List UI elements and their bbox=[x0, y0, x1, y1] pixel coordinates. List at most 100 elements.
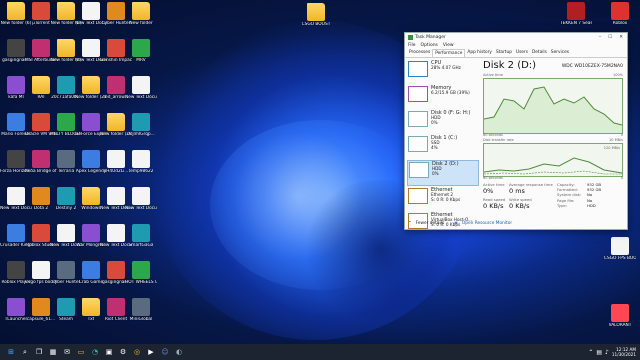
app-icon bbox=[57, 150, 75, 168]
open-resource-monitor-link[interactable]: Open Resource Monitor bbox=[462, 221, 512, 226]
fewer-details-link[interactable]: Fewer details bbox=[416, 221, 445, 226]
desktop-icon-csgo-boost[interactable]: CSGO BOOST bbox=[300, 3, 332, 27]
folder-icon bbox=[132, 2, 150, 20]
desktop-icon-hot-wheels-unleashed[interactable]: HOT WHEELS UNLEASHED bbox=[125, 261, 157, 285]
doc-icon bbox=[32, 261, 50, 279]
sidebar-line2: S: 0 R: 0 Kbps bbox=[431, 196, 461, 202]
graph1-min: 0 bbox=[620, 133, 623, 137]
search-icon[interactable]: ⌕ bbox=[20, 347, 30, 357]
close-button[interactable]: ✕ bbox=[619, 35, 623, 40]
chevron-up-icon[interactable]: ⌃ bbox=[408, 221, 412, 226]
mini-graph-icon bbox=[408, 61, 428, 77]
detail-row: Type: HDD bbox=[557, 203, 623, 208]
doc-icon bbox=[611, 237, 629, 255]
sidebar-item-cpu[interactable]: CPU 28% 4.07 GHz bbox=[407, 60, 479, 84]
task-view-icon[interactable]: ❐ bbox=[34, 347, 44, 357]
desktop-icon-label: Steam bbox=[59, 317, 73, 322]
desktop-icon-csgo-fps-boost[interactable]: CSGO FPS BOOST bbox=[604, 237, 636, 261]
folder-icon bbox=[57, 39, 75, 57]
window-title: Task Manager bbox=[415, 35, 446, 40]
minimize-button[interactable]: – bbox=[599, 35, 601, 40]
app-icon bbox=[7, 150, 25, 168]
app-icon bbox=[107, 261, 125, 279]
folder-icon bbox=[57, 2, 75, 20]
graph2-label: Disk transfer rate bbox=[483, 138, 514, 142]
desktop-icon-label: New Text Document bbox=[125, 95, 157, 100]
desktop-icon-label: Dota 2 bbox=[33, 206, 49, 211]
tab-app-history[interactable]: App history bbox=[465, 49, 494, 57]
desktop-icon-0cjlmigrqp[interactable]: 0cjlmIGrqp... bbox=[125, 113, 157, 137]
sidebar-item-disk-1-c[interactable]: Disk 1 (C:) SSD 4% bbox=[407, 135, 479, 159]
active-time-chart bbox=[483, 86, 623, 133]
desktop-icon-mrv[interactable]: MRV bbox=[125, 39, 157, 63]
app-icon bbox=[611, 2, 629, 20]
app-icon bbox=[57, 113, 75, 131]
graph2-sub: 120 MB/s bbox=[603, 146, 620, 150]
graph1-max: 100% bbox=[612, 73, 623, 77]
app-icon bbox=[57, 261, 75, 279]
clock-date[interactable]: 11/30/2021 bbox=[612, 352, 636, 357]
maximize-button[interactable]: ☐ bbox=[608, 35, 612, 40]
desktop-icon-new-folder[interactable]: New folder bbox=[125, 2, 157, 26]
app-icon bbox=[32, 39, 50, 57]
chrome-icon[interactable]: ◎ bbox=[132, 347, 142, 357]
network-icon[interactable]: ▤ bbox=[596, 349, 602, 356]
app-icon bbox=[82, 150, 100, 168]
sidebar-item-disk-2-d[interactable]: Disk 2 (D:) HDD 0% bbox=[407, 160, 479, 186]
steam-icon[interactable]: ◐ bbox=[174, 347, 184, 357]
sidebar-line2: 0% bbox=[431, 119, 438, 125]
desktop-icon-label: µTorrent bbox=[32, 21, 50, 26]
sidebar-item-memory[interactable]: Memory 6.2/15.9 GB (39%) bbox=[407, 85, 479, 109]
desktop-icon-label: CSGO FPS BOOST bbox=[604, 256, 636, 261]
tab-services[interactable]: Services bbox=[549, 49, 571, 57]
file-explorer-icon[interactable]: ▭ bbox=[76, 347, 86, 357]
widgets-icon[interactable]: ▦ bbox=[48, 347, 58, 357]
menu-options[interactable]: Options bbox=[421, 43, 438, 48]
app-icon bbox=[57, 76, 75, 94]
doc-icon bbox=[107, 224, 125, 242]
menu-file[interactable]: File bbox=[408, 43, 416, 48]
transfer-rate-chart bbox=[483, 157, 623, 175]
doc-icon bbox=[7, 187, 25, 205]
tab-details[interactable]: Details bbox=[530, 49, 549, 57]
desktop-icon-miniglobal[interactable]: MiniGlobal bbox=[125, 298, 157, 322]
settings-icon[interactable]: ⚙ bbox=[118, 347, 128, 357]
app-icon bbox=[132, 224, 150, 242]
desktop-icon-new-text-document[interactable]: New Text Document bbox=[125, 187, 157, 211]
app-icon bbox=[57, 187, 75, 205]
tab-processes[interactable]: Processes bbox=[407, 49, 432, 57]
edge-icon[interactable]: ◔ bbox=[90, 347, 100, 357]
sidebar-item-disk-0-f-g-h[interactable]: Disk 0 (F: G: H:) HDD 0% bbox=[407, 110, 479, 134]
task-manager-icon bbox=[408, 35, 413, 40]
detail-key: Type: bbox=[557, 202, 567, 208]
graph1-label: Active time bbox=[483, 73, 503, 77]
tab-startup[interactable]: Startup bbox=[494, 49, 514, 57]
app-icon bbox=[32, 298, 50, 316]
title-bar[interactable]: Task Manager – ☐ ✕ bbox=[405, 33, 627, 42]
chat-icon[interactable]: ✉ bbox=[62, 347, 72, 357]
folder-icon bbox=[82, 187, 100, 205]
app-icon bbox=[107, 298, 125, 316]
desktop-icon-roblox[interactable]: Roblox bbox=[604, 2, 636, 26]
chevron-up-tray-icon[interactable]: ⌃ bbox=[588, 349, 593, 356]
desktop-icon-label: Windows bbox=[81, 206, 101, 211]
task-manager-window[interactable]: Task Manager – ☐ ✕ File Options View Pro… bbox=[404, 32, 628, 230]
desktop-icon-valorant[interactable]: VALORANT bbox=[604, 304, 636, 328]
desktop-icon-tekken-7-season-pass-4[interactable]: TEKKEN 7 Season Pass 4 bbox=[560, 2, 592, 26]
sidebar-item-ethernet[interactable]: Ethernet Ethernet 2 S: 0 R: 0 Kbps bbox=[407, 187, 479, 211]
windows-icon[interactable]: ⊞ bbox=[6, 347, 16, 357]
desktop-icon-new-text-document[interactable]: New Text Document bbox=[125, 76, 157, 100]
volume-icon[interactable]: ♪ bbox=[605, 349, 609, 356]
desktop-icon-temp98622[interactable]: temp98622 bbox=[125, 150, 157, 174]
desktop-icon-smartgaga[interactable]: SmartGaGa bbox=[125, 224, 157, 248]
active-time-value: 0% bbox=[483, 187, 494, 195]
store-icon[interactable]: ▣ bbox=[104, 347, 114, 357]
discord-icon[interactable]: ☺ bbox=[160, 347, 170, 357]
terminal-icon[interactable]: ▶ bbox=[146, 347, 156, 357]
doc-icon bbox=[107, 187, 125, 205]
app-icon bbox=[107, 2, 125, 20]
tab-performance[interactable]: Performance bbox=[432, 49, 466, 57]
menu-view[interactable]: View bbox=[443, 43, 454, 48]
tab-users[interactable]: Users bbox=[514, 49, 530, 57]
desktop-icon-label: New Text Document bbox=[125, 206, 157, 211]
